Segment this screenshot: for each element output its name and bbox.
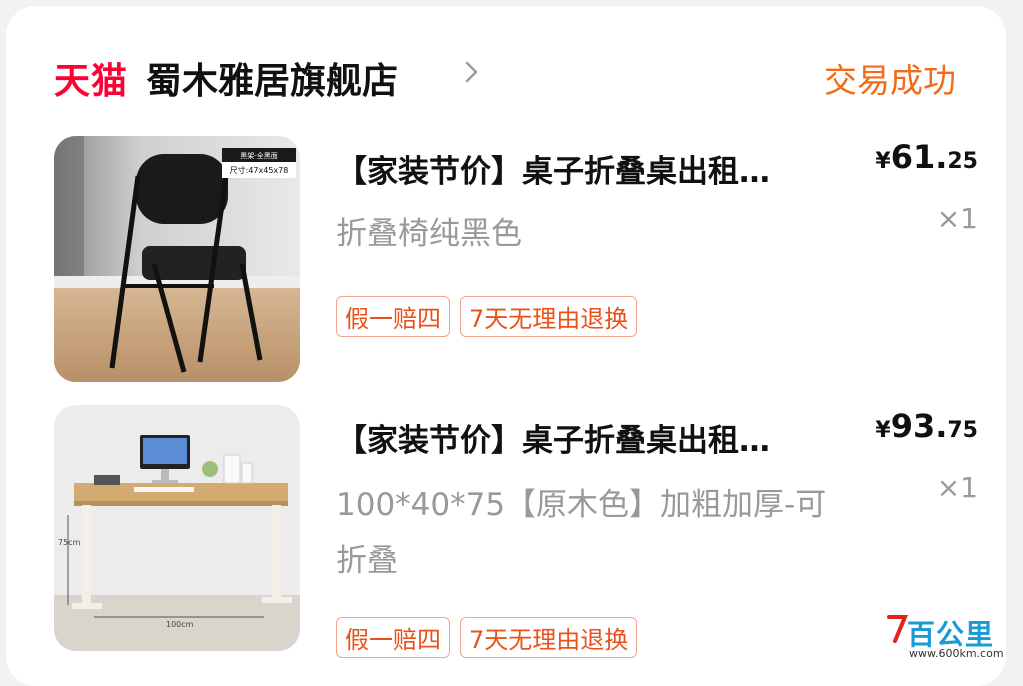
shop-name[interactable]: 蜀木雅居旗舰店 xyxy=(146,52,398,104)
order-header[interactable]: 天猫 蜀木雅居旗舰店 交易成功 xyxy=(54,50,956,100)
product-title[interactable]: 【家装节价】桌子折叠桌出租… xyxy=(336,146,896,191)
product-image-folding-desk[interactable]: 75cm 100cm xyxy=(54,405,300,651)
product-price: ¥61.25 xyxy=(875,138,978,176)
product-variant: 折叠椅纯黑色 xyxy=(336,206,856,262)
tmall-logo: 天猫 xyxy=(54,52,128,104)
tag-7day-return: 7天无理由退换 xyxy=(460,296,637,337)
order-item[interactable]: 黑架-全黑面 尺寸:47x45x78 【家装节价】桌子折叠桌出租… 折叠椅纯黑色… xyxy=(54,136,984,386)
image-caption-size: 尺寸:47x45x78 xyxy=(230,165,289,175)
service-tags: 假一赔四7天无理由退换 xyxy=(336,617,647,658)
chevron-right-icon[interactable] xyxy=(459,60,483,84)
order-card: 天猫 蜀木雅居旗舰店 交易成功 xyxy=(6,6,1006,686)
product-price: ¥93.75 xyxy=(875,407,978,445)
service-tags: 假一赔四7天无理由退换 xyxy=(336,296,647,337)
image-caption-top: 黑架-全黑面 xyxy=(240,151,278,160)
product-title[interactable]: 【家装节价】桌子折叠桌出租… xyxy=(336,415,896,460)
order-status: 交易成功 xyxy=(824,54,956,102)
product-quantity: ×1 xyxy=(937,471,978,504)
tag-fake-compensation: 假一赔四 xyxy=(336,296,450,337)
watermark-url: www.600km.com xyxy=(909,647,1004,660)
order-item[interactable]: 75cm 100cm 【家装节价】桌子折叠桌出租… 100*40*75【原木色】… xyxy=(54,405,984,665)
image-dim-height: 75cm xyxy=(58,538,81,547)
product-quantity: ×1 xyxy=(937,202,978,235)
tag-7day-return: 7天无理由退换 xyxy=(460,617,637,658)
image-dim-width: 100cm xyxy=(166,620,194,629)
tag-fake-compensation: 假一赔四 xyxy=(336,617,450,658)
product-image-folding-chair[interactable]: 黑架-全黑面 尺寸:47x45x78 xyxy=(54,136,300,382)
site-watermark: 百公里 www.600km.com xyxy=(885,611,1015,661)
product-variant: 100*40*75【原木色】加粗加厚-可折叠 xyxy=(336,477,856,589)
